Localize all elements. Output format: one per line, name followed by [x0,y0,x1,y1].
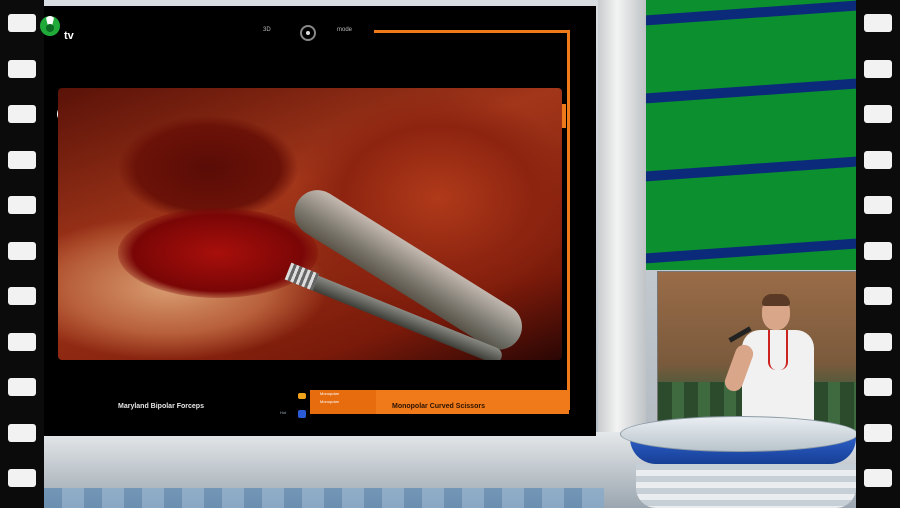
right-instrument-panel: Monopolar Monopolar Monopolar Curved Sci… [310,390,569,414]
film-hole [864,287,892,305]
channel-logo-text: tv [64,30,74,42]
blue-pedal-icon [298,410,306,418]
scissors-instrument [285,181,531,359]
film-hole [864,469,892,487]
film-strip-right [856,0,900,508]
film-hole [864,196,892,214]
studio-green-screen [646,0,856,270]
energy-sub-panel: Monopolar Monopolar [310,390,376,414]
arm-indicator-line-vertical [567,30,570,410]
film-hole [864,150,892,169]
film-hole [864,14,892,32]
film-hole [8,14,36,32]
energy-sub-item: Monopolar [320,399,339,404]
film-hole [8,332,36,351]
film-strip-left [0,0,44,508]
pedal-label: Hot [280,410,287,415]
speaker-video [657,271,857,440]
eye-icon [300,25,316,41]
studio-desk [620,416,858,508]
film-hole [864,241,892,260]
film-hole [864,378,892,396]
film-hole [8,241,36,260]
left-instrument-label: Maryland Bipolar Forceps [118,403,204,410]
film-hole [8,378,36,396]
film-hole [864,423,892,442]
mode-label: mode [337,27,353,33]
forceps-tip [284,262,320,291]
endoscope-video [58,88,562,360]
film-hole [864,105,892,123]
film-hole [864,59,892,78]
film-hole [8,196,36,214]
arm-indicator-line [374,30,570,33]
film-hole [8,59,36,78]
film-hole [8,105,36,123]
tissue-region [118,208,318,298]
film-hole [864,332,892,351]
film-hole [8,150,36,169]
film-hole [8,287,36,305]
film-hole [8,423,36,442]
surgical-video-slide: 3D mode 1 2 Maryland Bipolar Forceps Hot… [44,6,596,436]
console-top-bar: 3D mode [44,6,596,41]
view-mode-label: 3D [263,27,271,33]
energy-sub-item: Monopolar [320,391,339,396]
yellow-pedal-icon [298,393,306,399]
channel-logo-icon [40,16,60,36]
right-instrument-label: Monopolar Curved Scissors [392,403,485,410]
floor-pattern [44,488,604,508]
film-hole [8,469,36,487]
